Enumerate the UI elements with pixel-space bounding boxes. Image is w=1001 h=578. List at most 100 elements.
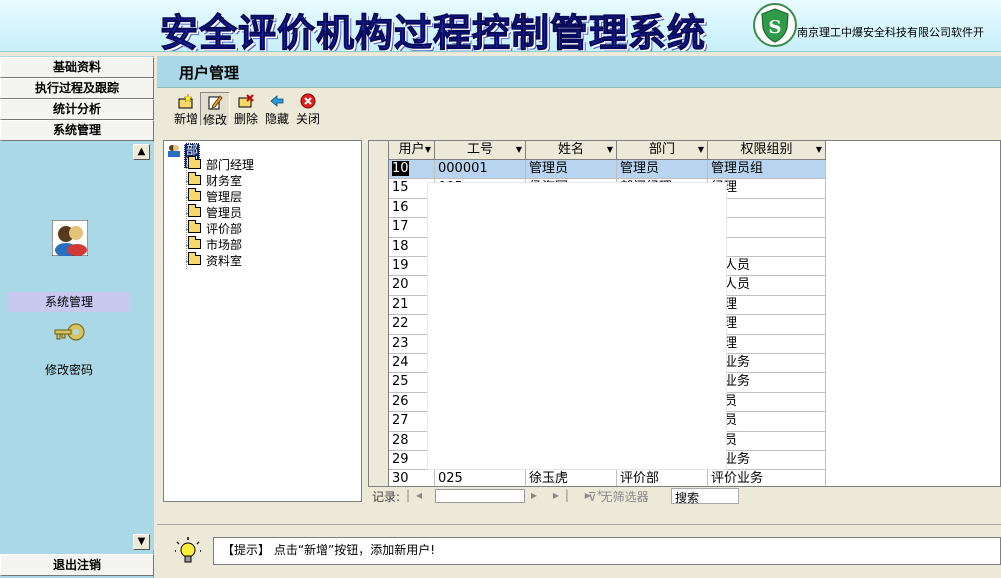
dropdown-arrow-icon[interactable]: ▼ — [425, 141, 431, 159]
scroll-down-button[interactable]: ▼ — [133, 534, 150, 550]
table-cell-value: 徐玉虎 — [529, 471, 569, 487]
table-cell-value: 管理员组 — [711, 161, 764, 176]
app-title: 安全评价机构过程控制管理系统 — [159, 10, 707, 52]
nav-button-basic-data[interactable]: 基础资料 — [0, 57, 154, 78]
table-cell-value: 19 — [392, 258, 409, 273]
scroll-up-button[interactable]: ▲ — [133, 144, 150, 160]
column-header[interactable]: 权限组别 ▼ — [708, 141, 826, 160]
edit-button[interactable]: 修改 — [200, 92, 230, 127]
nav-item-change-password[interactable]: 修改密码 — [8, 361, 130, 378]
column-header[interactable]: 工号 ▼ — [435, 141, 526, 160]
folder-icon — [188, 236, 201, 249]
table-cell-value: 000001 — [438, 161, 488, 176]
column-header[interactable]: 部门 ▼ — [617, 141, 708, 160]
search-input[interactable]: 搜索 — [671, 488, 739, 505]
edit-icon — [208, 95, 223, 110]
hint-bar: 【提示】 点击“新增”按钮，添加新用户! — [157, 524, 1001, 578]
table-cell-value: 16 — [392, 199, 409, 215]
table-cell-value: 18 — [392, 238, 409, 254]
table-cell-value: 15 — [392, 180, 409, 196]
key-icon[interactable] — [53, 320, 87, 348]
column-header[interactable]: 用户 ▼ — [389, 141, 435, 160]
close-button[interactable]: 关闭 — [293, 92, 323, 126]
filter-button[interactable]: ⊽ 无筛选器 — [588, 488, 649, 505]
shield-logo-icon: S — [753, 3, 797, 47]
table-cell[interactable]: 管理员 — [526, 160, 617, 180]
column-header-label: 部门 — [648, 142, 675, 157]
table-cell-value: 28 — [392, 432, 409, 448]
folder-icon — [188, 204, 201, 217]
dropdown-arrow-icon[interactable]: ▼ — [516, 141, 522, 159]
column-header-label: 权限组别 — [740, 142, 793, 157]
table-row[interactable]: 10 000001 管理员 管理员 管理员组 — [369, 160, 826, 180]
tree-node-label: 资料室 — [206, 254, 243, 268]
table-cell-value: 管理员 — [529, 161, 569, 176]
table-cell-value: 27 — [392, 413, 409, 429]
delete-folder-icon — [238, 94, 254, 108]
lightbulb-icon — [175, 537, 201, 563]
delete-button-label: 删除 — [233, 112, 258, 126]
table-cell[interactable]: 管理员组 — [708, 160, 826, 180]
table-cell-value: 29 — [392, 452, 409, 467]
table-cell[interactable]: 000001 — [435, 160, 526, 180]
folder-icon — [188, 156, 201, 169]
company-name: 南京理工中爆安全科技有限公司软件开 — [797, 26, 984, 39]
tree-node-label: 管理员 — [206, 206, 243, 220]
tree-node-label: 市场部 — [206, 238, 243, 252]
logout-button[interactable]: 退出注销 — [0, 554, 154, 576]
table-cell-value: 评价部 — [620, 471, 660, 487]
table-cell-value: 25 — [392, 374, 409, 390]
nav-button-process-tracking[interactable]: 执行过程及跟踪 — [0, 78, 154, 99]
add-button[interactable]: 新增 — [171, 92, 201, 126]
table-cell-value: 22 — [392, 316, 409, 332]
nav-button-system-management[interactable]: 系统管理 — [0, 120, 154, 141]
main-panel: 用户管理 新增 修改 删除 隐藏 关闭 部 部门经理 财务室 管理层 管理员 评… — [157, 56, 1001, 578]
table-cell-value: 23 — [392, 335, 409, 351]
nav-item-system-management[interactable]: 系统管理 — [8, 293, 130, 310]
table-cell-value: 30 — [392, 471, 409, 487]
column-header-label: 用户 — [398, 142, 425, 157]
table-cell-value: 10 — [392, 161, 409, 176]
page-header: 用户管理 — [157, 56, 1001, 88]
table-cell-value: 20 — [392, 277, 409, 293]
column-header-label: 工号 — [466, 142, 493, 157]
edit-button-label: 修改 — [202, 113, 227, 127]
table-cell-value: 评价业务 — [711, 471, 764, 487]
dropdown-arrow-icon[interactable]: ▼ — [816, 141, 822, 159]
header-banner: 安全评价机构过程控制管理系统 S 南京理工中爆安全科技有限公司软件开 — [0, 0, 1001, 52]
close-button-label: 关闭 — [295, 112, 320, 126]
delete-button[interactable]: 删除 — [231, 92, 261, 126]
user-table[interactable]: 用户▼工号▼姓名▼部门▼权限组别▼ 10000001管理员管理员管理员组1500… — [368, 140, 1001, 502]
record-number-input[interactable] — [435, 489, 525, 503]
column-header[interactable]: 姓名 ▼ — [526, 141, 617, 160]
table-cell-value: 管理员 — [620, 161, 660, 176]
folder-icon — [188, 220, 201, 233]
dropdown-arrow-icon[interactable]: ▼ — [698, 141, 704, 159]
table-cell[interactable]: 10 — [389, 160, 435, 180]
left-navigation: 基础资料 执行过程及跟踪 统计分析 系统管理 ▲ 系统管理 修改密码 ▼ — [0, 56, 154, 578]
page-title: 用户管理 — [179, 64, 240, 82]
add-button-label: 新增 — [173, 112, 198, 126]
hide-button-label: 隐藏 — [264, 112, 289, 126]
table-cell-value: 025 — [438, 471, 463, 487]
department-tree: 部门 部门经理财务室管理层管理员评价部市场部资料室 — [163, 140, 362, 502]
nav-button-statistics[interactable]: 统计分析 — [0, 99, 154, 120]
arrow-left-icon — [270, 95, 284, 107]
record-label: 记录: — [372, 490, 401, 504]
tree-node-label: 管理层 — [206, 190, 243, 204]
svg-text:S: S — [769, 17, 782, 38]
users-icon[interactable] — [52, 220, 88, 256]
dropdown-arrow-icon[interactable]: ▼ — [607, 141, 613, 159]
folder-icon — [188, 252, 201, 265]
column-header-label: 姓名 — [557, 142, 584, 157]
filter-label: 无筛选器 — [600, 490, 649, 504]
table-cell[interactable]: 管理员 — [617, 160, 708, 180]
tree-node-label: 财务室 — [206, 174, 243, 188]
record-navigator: 记录: |◂ ◂ ▸ ▸| ▸* ⊽ 无筛选器 搜索 — [368, 486, 1001, 505]
tree-node-label: 部门经理 — [206, 158, 255, 172]
table-cell-value: 26 — [392, 393, 409, 409]
folder-icon — [188, 188, 201, 201]
app-window: 安全评价机构过程控制管理系统 S 南京理工中爆安全科技有限公司软件开 基础资料 … — [0, 0, 1001, 578]
hide-button[interactable]: 隐藏 — [262, 92, 292, 126]
folder-icon — [188, 172, 201, 185]
